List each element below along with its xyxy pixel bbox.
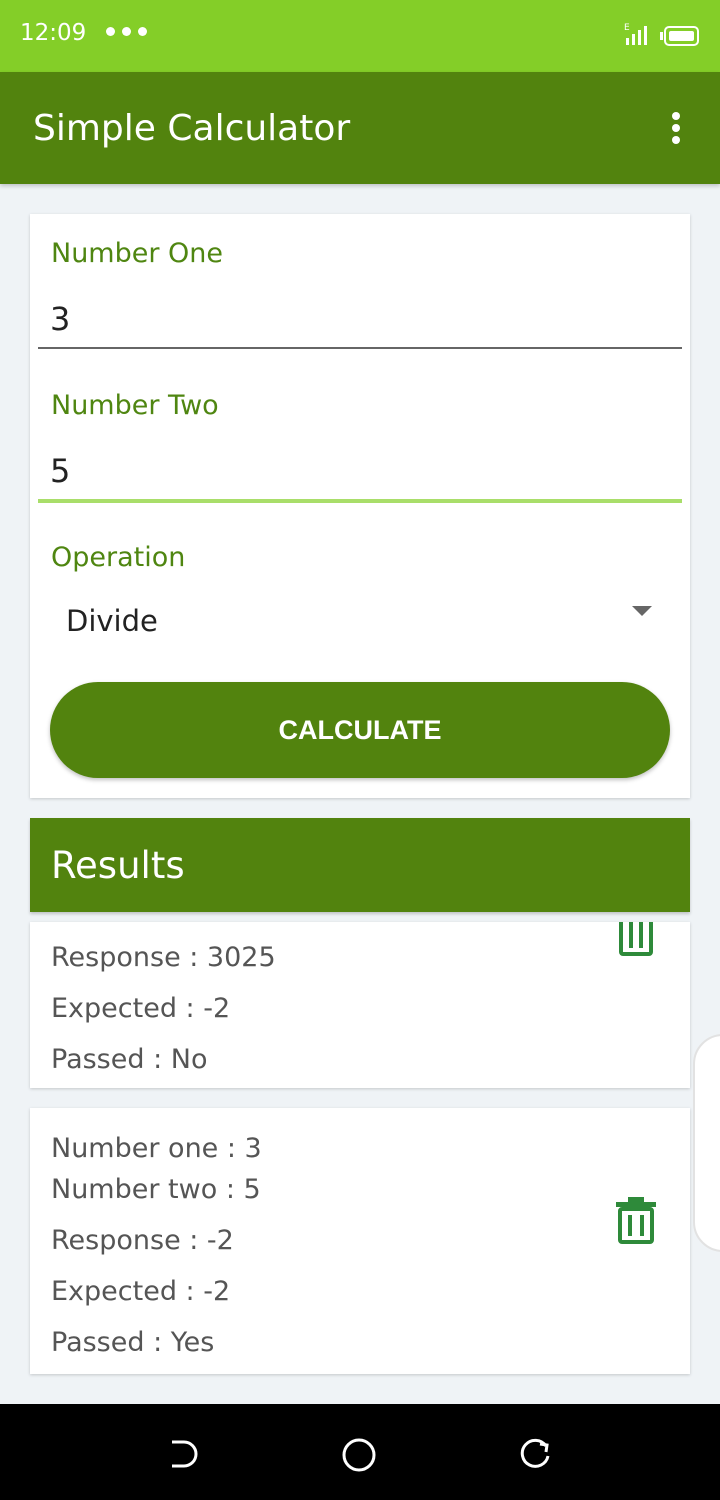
number-two-input[interactable]: 5 (50, 452, 70, 490)
result-card: Response : 3025 Expected : -2 Passed : N… (30, 922, 690, 1088)
result-response: Response : -2 (51, 1225, 234, 1256)
edge-panel-handle[interactable] (693, 1034, 720, 1252)
number-one-label: Number One (51, 238, 224, 269)
app-bar: Simple Calculator (0, 72, 720, 184)
dropdown-arrow-icon[interactable] (632, 606, 652, 616)
result-expected: Expected : -2 (51, 993, 231, 1024)
battery-icon (660, 26, 699, 46)
overflow-menu-icon[interactable] (668, 112, 684, 148)
result-response: Response : 3025 (51, 942, 276, 973)
results-header: Results (30, 818, 690, 912)
navigation-bar (0, 1404, 720, 1500)
operation-dropdown[interactable]: Divide (66, 604, 158, 638)
home-icon[interactable] (342, 1438, 376, 1472)
status-bar: 12:09 E (0, 0, 720, 72)
delete-trash-icon[interactable] (614, 1196, 658, 1244)
network-type-label: E (624, 23, 630, 33)
result-expected: Expected : -2 (51, 1276, 231, 1307)
operation-label: Operation (51, 542, 186, 573)
number-one-underline (38, 347, 682, 349)
calculator-form-card: Number One 3 Number Two 5 Operation Divi… (30, 214, 690, 798)
result-passed: Passed : Yes (51, 1327, 215, 1358)
signal-icon: E (624, 23, 647, 45)
notification-dots-icon (106, 27, 147, 36)
back-icon[interactable] (168, 1438, 200, 1470)
recent-apps-icon[interactable] (520, 1438, 552, 1470)
status-time: 12:09 (20, 20, 87, 46)
calculate-button[interactable]: CALCULATE (50, 682, 670, 778)
results-title: Results (51, 844, 185, 887)
number-two-underline (38, 499, 682, 503)
result-number-two: Number two : 5 (51, 1174, 261, 1205)
result-card: Number one : 3 Number two : 5 Response :… (30, 1108, 690, 1374)
app-title: Simple Calculator (33, 108, 351, 149)
delete-trash-icon[interactable] (618, 922, 654, 958)
result-number-one: Number one : 3 (51, 1133, 262, 1164)
number-two-label: Number Two (51, 390, 219, 421)
result-passed: Passed : No (51, 1044, 208, 1075)
number-one-input[interactable]: 3 (50, 300, 70, 338)
